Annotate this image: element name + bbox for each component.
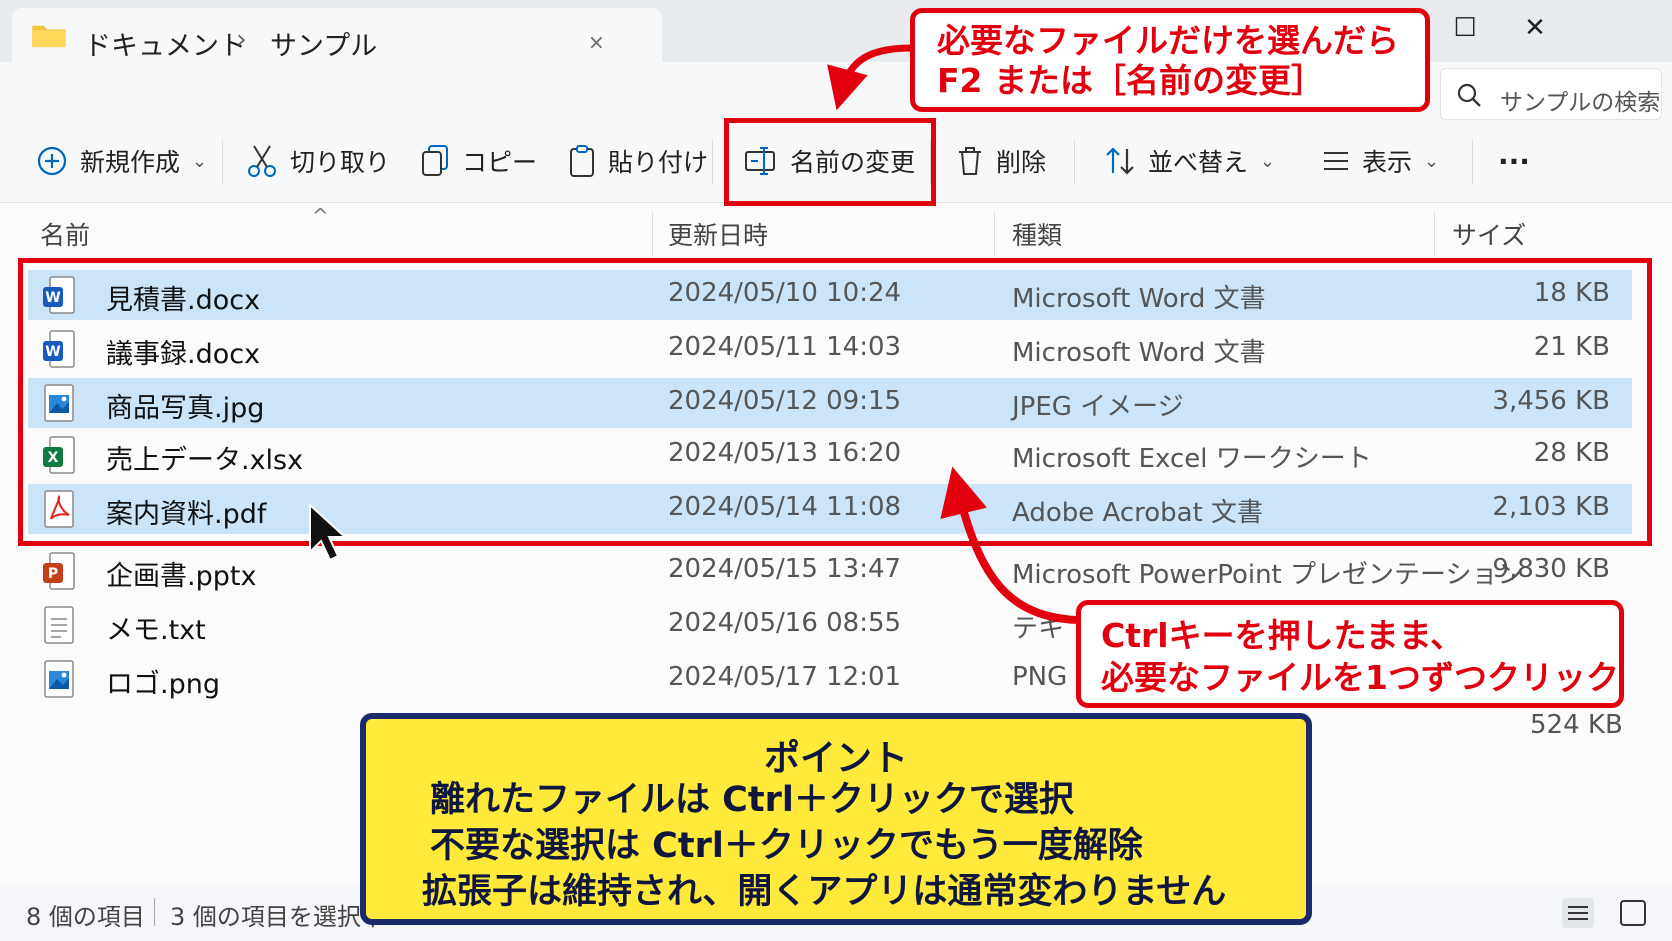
ctrl-click-arrow — [940, 466, 1077, 624]
mouse-cursor-icon — [309, 502, 348, 562]
point-line: 不要な選択は Ctrl＋クリックでもう一度解除 — [430, 826, 1143, 866]
point-line: 拡張子は維持され、開くアプリは通常変わりません — [422, 872, 1227, 912]
point-note: ポイント 離れたファイルは Ctrl＋クリックで選択 不要な選択は Ctrl＋ク… — [360, 713, 1312, 925]
point-lines: 離れたファイルは Ctrl＋クリックで選択 不要な選択は Ctrl＋クリックでも… — [422, 777, 1226, 915]
point-title: ポイント — [763, 738, 908, 779]
point-line: 離れたファイルは Ctrl＋クリックで選択 — [430, 780, 1074, 820]
rename-arrow — [827, 44, 913, 111]
